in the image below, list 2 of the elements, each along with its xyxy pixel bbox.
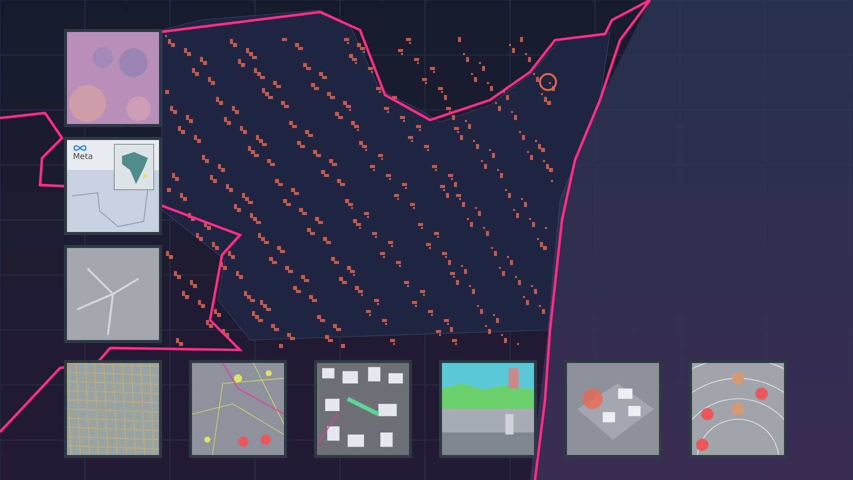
infinity-logo-icon <box>73 144 87 152</box>
logo-text: Meta <box>73 152 93 162</box>
